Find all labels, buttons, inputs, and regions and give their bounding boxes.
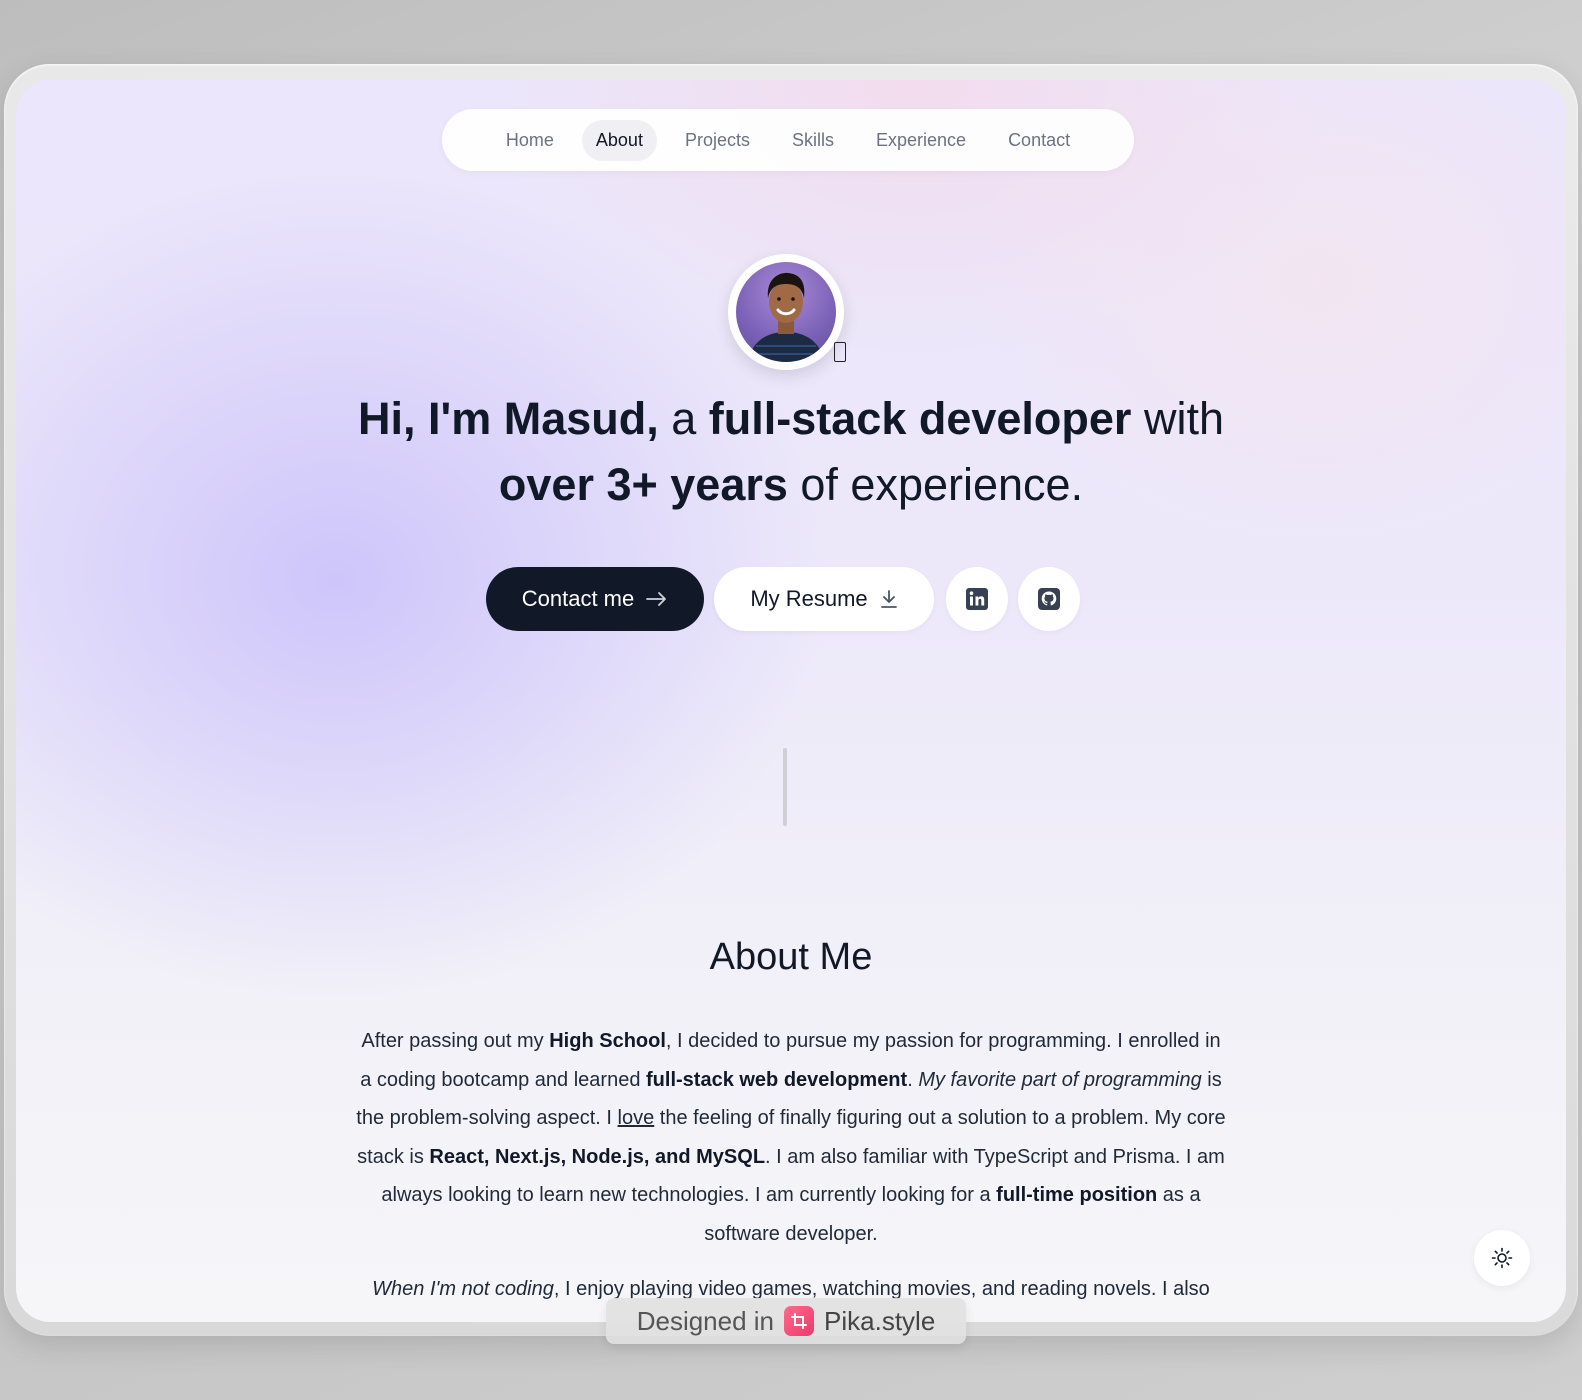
github-button[interactable] xyxy=(1018,567,1080,631)
theme-toggle-button[interactable] xyxy=(1474,1230,1530,1286)
about-section-title: About Me xyxy=(709,936,873,978)
about-paragraph-1: After passing out my High School, I deci… xyxy=(356,1030,1226,1245)
profile-photo xyxy=(736,262,836,362)
my-resume-button[interactable]: My Resume xyxy=(714,567,934,631)
nav-item-about[interactable]: About xyxy=(581,119,657,161)
watermark-prefix: Designed in xyxy=(636,1305,775,1336)
wave-emoji-icon xyxy=(834,342,846,362)
nav-item-contact[interactable]: Contact xyxy=(994,120,1084,161)
watermark-brand: Pika.style xyxy=(824,1305,936,1336)
pika-watermark: Designed in Pika.style xyxy=(606,1298,966,1344)
arrow-right-icon xyxy=(646,592,667,606)
linkedin-button[interactable] xyxy=(946,567,1008,631)
my-resume-label: My Resume xyxy=(750,586,868,611)
hero-headline: Hi, I'm Masud, a full-stack developer wi… xyxy=(358,393,1224,510)
avatar xyxy=(728,254,844,370)
sun-icon xyxy=(1491,1247,1513,1269)
nav-item-skills[interactable]: Skills xyxy=(778,120,848,161)
github-icon xyxy=(1038,588,1060,610)
scroll-divider xyxy=(783,748,787,826)
contact-me-button[interactable]: Contact me xyxy=(486,567,704,631)
pika-logo-icon xyxy=(784,1306,815,1336)
linkedin-icon xyxy=(966,588,988,610)
top-nav: Home About Projects Skills Experience Co… xyxy=(442,109,1134,171)
download-icon xyxy=(880,590,897,608)
contact-me-label: Contact me xyxy=(521,586,635,611)
browser-viewport: Home About Projects Skills Experience Co… xyxy=(16,80,1566,1322)
nav-item-experience[interactable]: Experience xyxy=(862,120,980,161)
person-silhouette-icon xyxy=(748,272,824,362)
nav-item-home[interactable]: Home xyxy=(492,120,568,161)
nav-item-projects[interactable]: Projects xyxy=(671,120,764,161)
